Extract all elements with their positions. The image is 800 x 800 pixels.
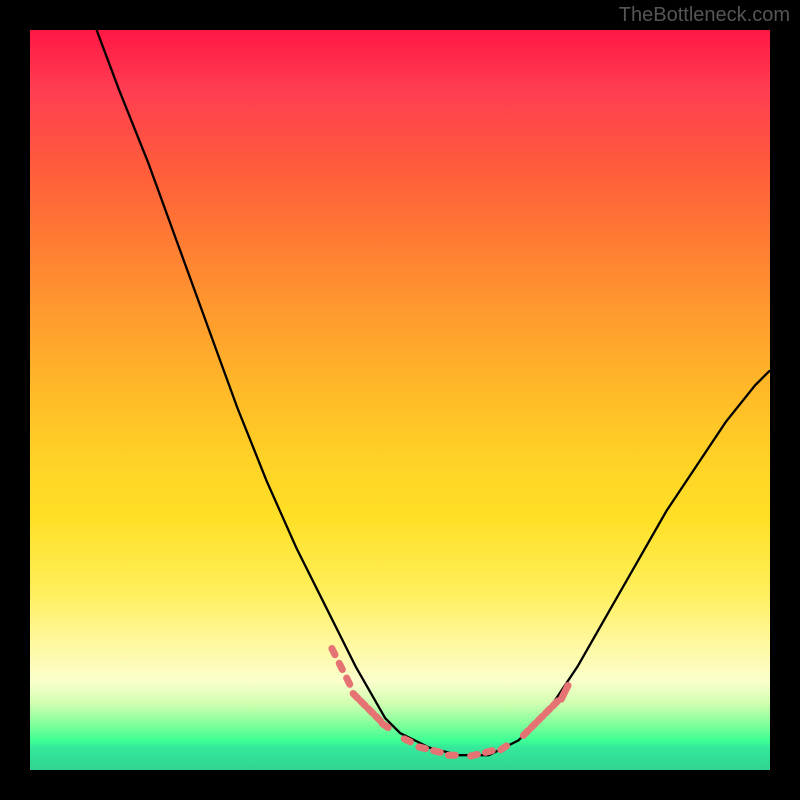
marker-dot (335, 659, 348, 675)
marker-dot (429, 746, 444, 756)
marker-dot (496, 741, 512, 755)
marker-dot (481, 746, 496, 756)
chart-svg (30, 30, 770, 770)
marker-dot (466, 750, 481, 760)
marker-dot (415, 743, 430, 753)
marker-group (327, 644, 573, 761)
marker-dot (342, 673, 355, 689)
bottleneck-curve (97, 30, 770, 755)
marker-dot (445, 752, 459, 759)
watermark-text: TheBottleneck.com (619, 4, 790, 27)
marker-dot (327, 644, 340, 660)
plot-area (30, 30, 770, 770)
